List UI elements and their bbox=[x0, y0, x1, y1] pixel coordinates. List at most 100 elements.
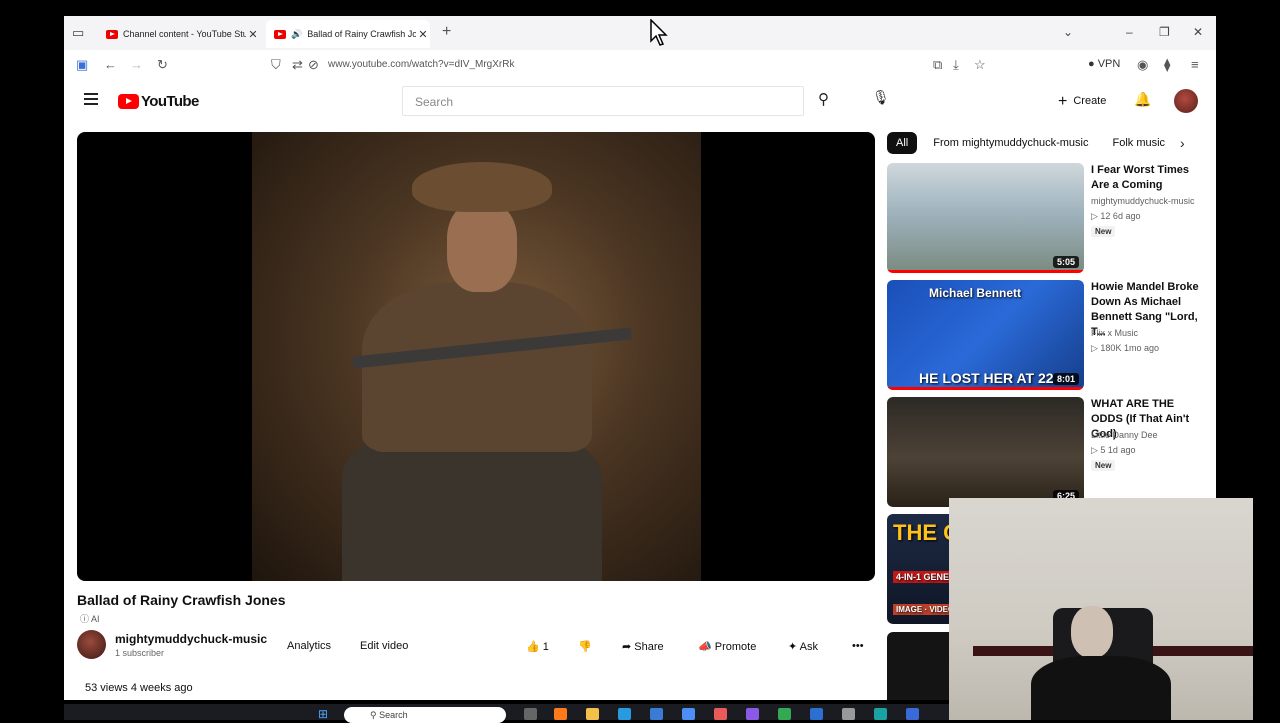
store-icon[interactable] bbox=[650, 708, 663, 720]
close-window-icon[interactable]: ✕ bbox=[1193, 25, 1203, 39]
thumbnail-text-top: Michael Bennett bbox=[929, 286, 1022, 300]
recommendation-title[interactable]: I Fear Worst Times Are a Coming bbox=[1091, 163, 1207, 193]
tracking-icon[interactable]: ⊘ bbox=[308, 57, 319, 73]
thumbnail-text-bottom: HE LOST HER AT 22 bbox=[919, 370, 1054, 386]
video-title: Ballad of Rainy Crawfish Jones bbox=[77, 592, 286, 608]
like-count: 1 bbox=[542, 641, 549, 653]
create-label: Create bbox=[1073, 95, 1107, 107]
recommendation-channel[interactable]: Flix x Music bbox=[1091, 328, 1138, 338]
recommendation-meta-text: 5 1d ago bbox=[1100, 445, 1136, 455]
video-player[interactable] bbox=[77, 132, 875, 581]
duration-badge: 8:01 bbox=[1052, 373, 1079, 385]
permissions-icon[interactable]: ⇄ bbox=[292, 57, 303, 73]
edit-video-button[interactable]: Edit video bbox=[360, 640, 408, 652]
task-view-icon[interactable] bbox=[524, 708, 537, 720]
forward-icon[interactable]: → bbox=[130, 57, 143, 72]
chip-all[interactable]: All bbox=[887, 132, 918, 154]
video-thumbnail[interactable]: 5:05 bbox=[887, 163, 1084, 273]
hamburger-menu-icon[interactable] bbox=[84, 93, 98, 105]
create-button[interactable]: + Create bbox=[1058, 93, 1106, 111]
app-icon[interactable] bbox=[682, 708, 695, 720]
speaker-icon[interactable]: 🔊 bbox=[291, 29, 302, 40]
close-tab-icon[interactable]: ✕ bbox=[246, 28, 260, 41]
tab-label: Ballad of Rainy Crawfish Jo bbox=[307, 29, 416, 39]
tab-channel-content[interactable]: Channel content - YouTube Stu ✕ bbox=[98, 20, 260, 48]
more-actions-icon[interactable]: ••• bbox=[852, 640, 864, 652]
restore-icon[interactable]: ❐ bbox=[1159, 25, 1170, 39]
video-frame bbox=[252, 132, 701, 581]
share-label: Share bbox=[634, 641, 664, 653]
like-button[interactable]: 👍 1 bbox=[526, 640, 549, 653]
chip-folk-music[interactable]: Folk music bbox=[1113, 137, 1166, 149]
app-icon[interactable] bbox=[906, 708, 919, 720]
firefox-icon[interactable] bbox=[554, 708, 567, 720]
chevron-right-icon[interactable]: › bbox=[1180, 135, 1185, 151]
megaphone-icon: 📣 bbox=[698, 641, 712, 653]
frame-hat bbox=[412, 162, 552, 212]
promote-button[interactable]: 📣 Promote bbox=[698, 640, 756, 653]
back-icon[interactable]: ← bbox=[104, 57, 117, 72]
search-icon[interactable]: ⚲ bbox=[818, 90, 829, 108]
webcam-person-head bbox=[1071, 606, 1113, 658]
app-icon[interactable] bbox=[810, 708, 823, 720]
views-date: 53 views 4 weeks ago bbox=[85, 682, 193, 694]
vpn-button[interactable]: ● VPN bbox=[1088, 58, 1120, 70]
notifications-bell-icon[interactable]: 🔔 bbox=[1134, 91, 1151, 108]
app-icon[interactable] bbox=[874, 708, 887, 720]
share-button[interactable]: ➦ Share bbox=[622, 640, 664, 653]
taskbar-search[interactable]: ⚲ Search bbox=[344, 707, 506, 723]
webcam-person-torso bbox=[1031, 656, 1171, 720]
search-input[interactable]: Search bbox=[402, 86, 804, 116]
recommendation-item[interactable]: 5:05 I Fear Worst Times Are a Coming mig… bbox=[887, 163, 1207, 275]
channel-avatar[interactable] bbox=[77, 630, 106, 659]
bookmark-star-icon[interactable]: ☆ bbox=[974, 57, 986, 73]
video-thumbnail[interactable]: Michael Bennett HE LOST HER AT 22 8:01 bbox=[887, 280, 1084, 390]
new-tab-icon[interactable]: + bbox=[442, 23, 451, 41]
recommendation-channel[interactable]: Little Danny Dee bbox=[1091, 430, 1158, 440]
edge-icon[interactable] bbox=[618, 708, 631, 720]
microphone-icon[interactable]: 🎙 bbox=[872, 89, 890, 106]
taskbar-search-label: Search bbox=[379, 710, 408, 720]
tab-label: Channel content - YouTube Stu bbox=[123, 29, 246, 39]
recommendation-item[interactable]: Michael Bennett HE LOST HER AT 22 8:01 H… bbox=[887, 280, 1207, 392]
subscriber-count: 1 subscriber bbox=[115, 648, 165, 658]
analytics-button[interactable]: Analytics bbox=[287, 640, 331, 652]
menu-icon[interactable]: ≡ bbox=[1191, 57, 1199, 72]
close-tab-icon[interactable]: ✕ bbox=[416, 28, 430, 41]
recommendation-meta: ▷ 5 1d ago bbox=[1091, 445, 1136, 455]
tab-list-icon[interactable]: ▭ bbox=[72, 25, 88, 41]
vpn-label: VPN bbox=[1097, 58, 1121, 70]
dislike-icon[interactable]: 👎 bbox=[578, 640, 592, 653]
shield-icon[interactable]: ⛉ bbox=[271, 57, 281, 73]
account-icon[interactable]: ◉ bbox=[1137, 57, 1148, 73]
download-icon[interactable]: ⤓ bbox=[953, 57, 959, 73]
chip-from-channel[interactable]: From mightymuddychuck-music bbox=[933, 137, 1088, 149]
windows-start-icon[interactable]: ⊞ bbox=[318, 707, 328, 721]
recommendation-meta: ▷ 180K 1mo ago bbox=[1091, 343, 1159, 353]
app-icon[interactable] bbox=[746, 708, 759, 720]
video-thumbnail[interactable]: 6:25 bbox=[887, 397, 1084, 507]
app-icon[interactable] bbox=[842, 708, 855, 720]
chevron-down-icon[interactable]: ⌄ bbox=[1063, 25, 1073, 39]
sidebar-icon[interactable]: ▣ bbox=[76, 57, 88, 73]
ask-button[interactable]: ✦ Ask bbox=[788, 640, 818, 653]
extensions-icon[interactable]: ⧫ bbox=[1164, 57, 1170, 73]
channel-name[interactable]: mightymuddychuck-music bbox=[115, 632, 267, 646]
user-avatar[interactable] bbox=[1174, 89, 1198, 113]
tab-ballad[interactable]: 🔊 Ballad of Rainy Crawfish Jo ✕ bbox=[266, 20, 430, 48]
minimize-icon[interactable]: – bbox=[1126, 25, 1133, 39]
recommendation-item[interactable]: 6:25 WHAT ARE THE ODDS (If That Ain't Go… bbox=[887, 397, 1207, 509]
youtube-logo[interactable]: YouTube bbox=[118, 93, 199, 110]
chrome-icon[interactable] bbox=[778, 708, 791, 720]
app-icon[interactable] bbox=[714, 708, 727, 720]
reload-icon[interactable]: ↻ bbox=[157, 57, 168, 73]
webcam-overlay bbox=[949, 498, 1253, 720]
frame-face bbox=[447, 202, 517, 292]
recommendation-channel[interactable]: mightymuddychuck-music bbox=[1091, 196, 1195, 206]
plus-icon: + bbox=[1058, 93, 1068, 110]
duration-badge: 5:05 bbox=[1052, 256, 1079, 268]
address-bar[interactable]: www.youtube.com/watch?v=dIV_MrgXrRk bbox=[328, 59, 514, 70]
screenshot-icon[interactable]: ⧉ bbox=[933, 57, 942, 73]
file-explorer-icon[interactable] bbox=[586, 708, 599, 720]
sparkle-icon: ✦ bbox=[788, 641, 798, 653]
